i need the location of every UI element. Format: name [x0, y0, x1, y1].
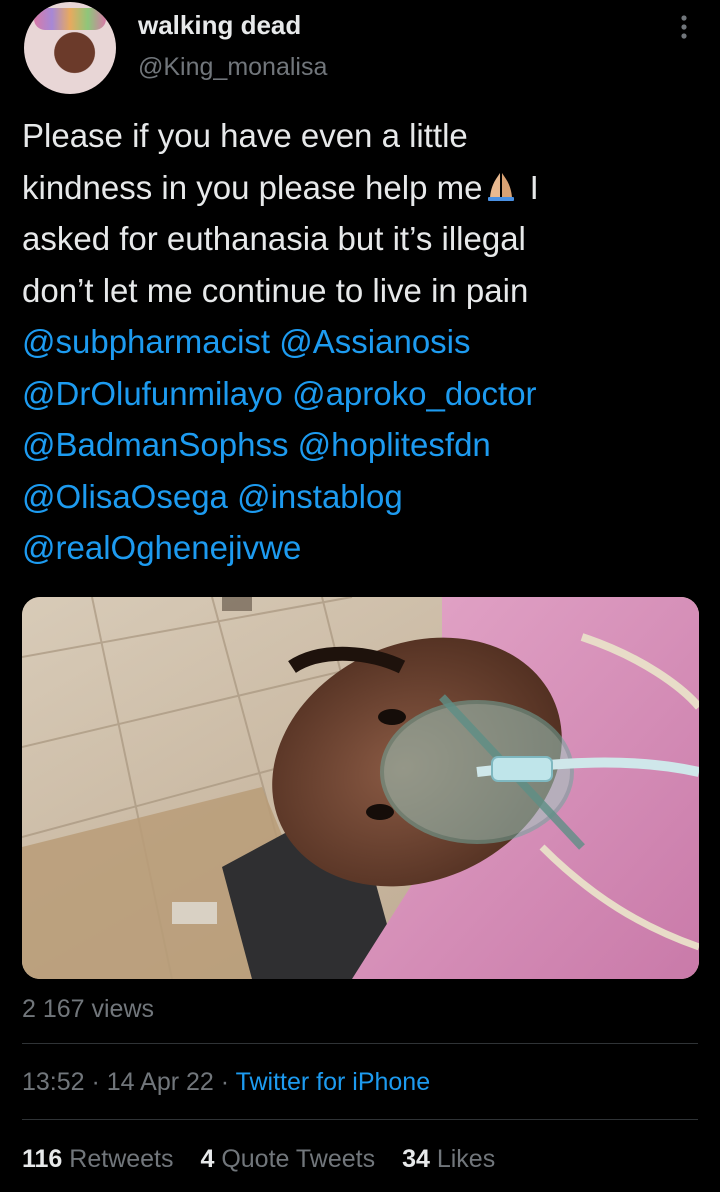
mention-link[interactable]: @realOghenejivwe	[22, 529, 301, 566]
meta-separator: ·	[213, 1068, 236, 1096]
mention-link[interactable]: @Assianosis	[279, 323, 470, 360]
mentions-line: @BadmanSophss @hoplitesfdn	[22, 419, 682, 471]
mentions-line: @DrOlufunmilayo @aproko_doctor	[22, 368, 682, 420]
likes-count: 34	[402, 1145, 430, 1173]
tweet-text: Please if you have even a little kindnes…	[22, 110, 682, 574]
tweet-meta: 13:52 · 14 Apr 22 · Twitter for iPhone	[22, 1068, 430, 1097]
mentions-line: @subpharmacist @Assianosis	[22, 316, 682, 368]
quote-tweets-stat[interactable]: 4 Quote Tweets	[200, 1145, 375, 1173]
quote-tweets-label: Quote Tweets	[214, 1145, 376, 1173]
mention-link[interactable]: @aproko_doctor	[292, 375, 536, 412]
tweet-line-text: kindness in you please help me	[22, 168, 483, 206]
tweet-line: kindness in you please help me I	[22, 162, 682, 214]
tweet-line-text: I	[520, 168, 539, 206]
tweet-line: don’t let me continue to live in pain	[22, 271, 529, 309]
more-vertical-icon[interactable]	[672, 10, 696, 44]
engagement-stats: 116 Retweets 4 Quote Tweets 34 Likes	[22, 1145, 515, 1174]
mention-link[interactable]: @subpharmacist	[22, 323, 270, 360]
mention-link[interactable]: @BadmanSophss	[22, 426, 288, 463]
tweet-line: Please if you have even a little	[22, 117, 468, 154]
retweets-label: Retweets	[62, 1145, 174, 1173]
display-name[interactable]: walking dead	[138, 10, 301, 41]
avatar[interactable]	[24, 2, 116, 94]
retweets-count: 116	[22, 1145, 63, 1173]
tweet-time[interactable]: 13:52	[22, 1068, 85, 1096]
mentions-line: @realOghenejivwe	[22, 522, 682, 574]
folded-hands-emoji-icon	[488, 172, 515, 201]
tweet-date[interactable]: 14 Apr 22	[107, 1068, 214, 1096]
retweets-stat[interactable]: 116 Retweets	[22, 1145, 174, 1173]
mentions-line: @OlisaOsega @instablog	[22, 471, 682, 523]
photo-illustration	[22, 597, 699, 979]
user-handle[interactable]: @King_monalisa	[138, 53, 327, 82]
quote-tweets-count: 4	[200, 1145, 215, 1173]
divider	[22, 1119, 698, 1120]
view-count: 2 167 views	[22, 995, 155, 1023]
mention-link[interactable]: @DrOlufunmilayo	[22, 375, 283, 412]
divider	[22, 1043, 698, 1044]
likes-label: Likes	[429, 1145, 496, 1173]
likes-stat[interactable]: 34 Likes	[402, 1145, 495, 1173]
tweet-photo[interactable]	[22, 597, 699, 979]
tweet-source-link[interactable]: Twitter for iPhone	[236, 1068, 431, 1096]
mention-link[interactable]: @instablog	[237, 478, 403, 515]
meta-separator: ·	[84, 1068, 107, 1096]
tweet-line: asked for euthanasia but it’s illegal	[22, 220, 526, 257]
mention-link[interactable]: @OlisaOsega	[22, 478, 228, 515]
mention-link[interactable]: @hoplitesfdn	[298, 426, 491, 463]
avatar-flower-crown	[34, 8, 106, 30]
